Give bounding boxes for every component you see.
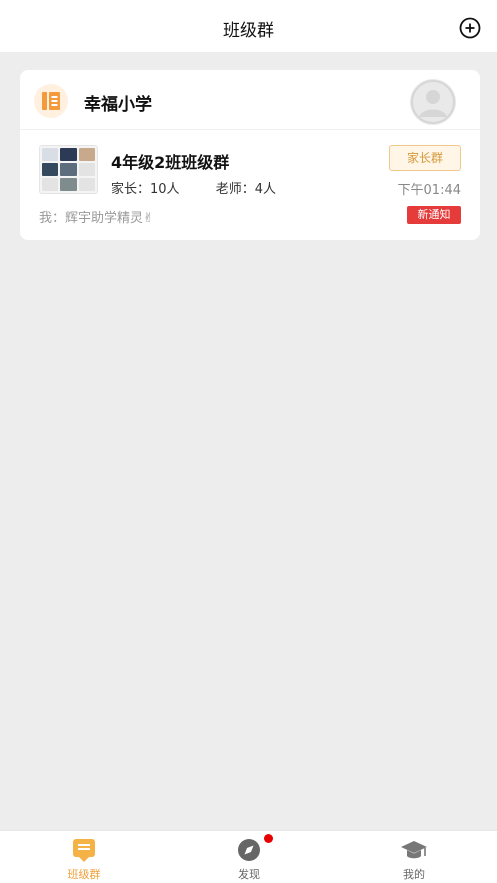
tab-label: 发现	[238, 868, 260, 881]
avatar[interactable]	[410, 79, 456, 125]
school-name: 幸福小学	[84, 95, 152, 115]
page-title: 班级群	[223, 21, 274, 41]
tab-class-group[interactable]: 班级群	[34, 831, 134, 883]
group-list-item[interactable]: 4年级2班班级群 家长：10人 老师：4人 家长群 下午01:44 我：辉宇助学…	[20, 130, 480, 240]
tab-label: 我的	[403, 868, 425, 881]
class-group-icon	[73, 839, 95, 862]
school-header[interactable]: 幸福小学	[20, 70, 480, 130]
group-avatar-grid	[39, 145, 98, 194]
teachers-count: 4人	[254, 182, 276, 197]
group-type-badge: 家长群	[389, 145, 461, 171]
plus-circle-icon	[459, 17, 481, 39]
new-notice-badge: 新通知	[407, 206, 461, 224]
message-time: 下午01:44	[397, 183, 461, 198]
tab-label: 班级群	[67, 868, 101, 881]
school-card: 幸福小学 4年级2班班级群 家长：10人 老师：4人 家长群 下午01:44 我…	[20, 70, 480, 240]
tab-discover[interactable]: 发现	[199, 831, 299, 883]
notification-dot	[264, 834, 273, 843]
graduation-cap-icon	[401, 841, 427, 859]
tab-mine[interactable]: 我的	[364, 831, 464, 883]
bottom-tab-bar: 班级群 发现 我的	[0, 830, 497, 883]
group-member-counts: 家长：10人 老师：4人	[111, 178, 276, 197]
user-placeholder-icon	[411, 80, 455, 124]
teachers-label: 老师：	[215, 182, 255, 197]
last-message: 我：辉宇助学精灵✌	[39, 211, 154, 226]
page: 班级群 幸福小学 4年级2班班级群 家长：10人 老师：4人 家长群 下午01:…	[0, 0, 497, 883]
add-button[interactable]	[459, 17, 481, 39]
parents-label: 家长：	[111, 182, 151, 197]
school-icon	[34, 84, 68, 118]
parents-count: 10人	[150, 182, 180, 197]
group-name: 4年级2班班级群	[111, 153, 230, 172]
top-bar: 班级群	[0, 0, 497, 52]
compass-icon	[238, 839, 260, 861]
